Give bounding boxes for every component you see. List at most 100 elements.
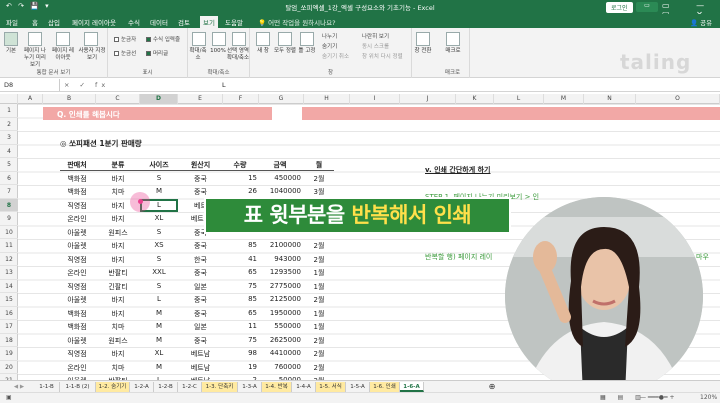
formula-buttons[interactable]: × ✓ fx <box>64 81 109 89</box>
switch-windows-icon[interactable] <box>416 32 430 46</box>
tell-me-search[interactable]: 💡 어떤 작업을 원하시나요? <box>258 17 336 27</box>
view-mode-icons[interactable]: ▦ ▤ ▥ <box>600 394 646 401</box>
column-header[interactable]: G <box>259 94 304 104</box>
zoom-selection-icon[interactable] <box>232 32 246 46</box>
custom-views-button[interactable]: 사용자 지정 보기 <box>78 48 106 62</box>
column-header[interactable]: K <box>456 94 494 104</box>
row-header[interactable]: 3 <box>0 131 18 145</box>
tab-home[interactable]: 홈 <box>32 17 38 27</box>
select-all-corner[interactable] <box>0 94 18 104</box>
column-header[interactable]: J <box>400 94 456 104</box>
row-header[interactable]: 4 <box>0 145 18 158</box>
zoom-level[interactable]: 120% <box>700 394 717 401</box>
freeze-panes-icon[interactable] <box>300 32 314 46</box>
login-button[interactable]: 로그인 <box>606 2 633 13</box>
column-header[interactable]: E <box>178 94 223 104</box>
sheet-tab[interactable]: 1-6. 인쇄 <box>370 382 400 392</box>
tab-file[interactable]: 파일 <box>6 17 18 27</box>
column-header[interactable]: B <box>43 94 96 104</box>
row-header[interactable]: 13 <box>0 266 18 280</box>
column-header[interactable]: A <box>18 94 43 104</box>
freeze-panes-button[interactable]: 틀 고정 <box>296 48 318 55</box>
row-header[interactable]: 12 <box>0 253 18 266</box>
row-header[interactable]: 5 <box>0 158 18 172</box>
row-header[interactable]: 18 <box>0 334 18 347</box>
row-header[interactable]: 17 <box>0 320 18 334</box>
tab-page-layout[interactable]: 페이지 레이아웃 <box>72 17 116 27</box>
row-header[interactable]: 2 <box>0 118 18 131</box>
row-header[interactable]: 9 <box>0 212 18 226</box>
normal-view-button[interactable]: 기본 <box>2 48 20 55</box>
row-header[interactable]: 14 <box>0 280 18 293</box>
sheet-tab[interactable]: 1-2-C <box>178 382 202 392</box>
normal-view-icon[interactable] <box>4 32 18 46</box>
column-header[interactable]: H <box>304 94 350 104</box>
gridlines-checkbox[interactable]: 눈금선 <box>114 49 136 57</box>
tab-review[interactable]: 검토 <box>178 17 190 27</box>
sheet-tab[interactable]: 1-5. 서식 <box>316 382 346 392</box>
row-header[interactable]: 20 <box>0 361 18 374</box>
macros-button[interactable]: 매크로 <box>440 48 466 55</box>
row-header[interactable]: 16 <box>0 307 18 320</box>
sheet-tab[interactable]: 1-3-A <box>238 382 262 392</box>
column-header[interactable]: C <box>96 94 140 104</box>
row-header[interactable]: 11 <box>0 239 18 253</box>
column-header[interactable]: O <box>636 94 720 104</box>
zoom-100-icon[interactable] <box>212 32 226 46</box>
tab-view[interactable]: 보기 <box>200 16 218 28</box>
row-header[interactable]: 6 <box>0 172 18 185</box>
row-header[interactable]: 19 <box>0 347 18 361</box>
column-header[interactable]: D <box>140 94 178 104</box>
row-header[interactable]: 7 <box>0 185 18 199</box>
tab-insert[interactable]: 삽입 <box>48 17 60 27</box>
formula-bar-checkbox[interactable]: 수식 입력줄 <box>146 35 180 43</box>
unhide-button[interactable]: 숨기기 취소 <box>322 52 349 60</box>
sheet-tab[interactable]: 1-2-A <box>130 382 154 392</box>
zoom-icon[interactable] <box>192 32 206 46</box>
column-header[interactable]: F <box>223 94 259 104</box>
name-box[interactable]: D8 <box>0 79 60 91</box>
zoom-100-button[interactable]: 100% <box>208 48 228 55</box>
column-header[interactable]: N <box>584 94 636 104</box>
row-header[interactable]: 15 <box>0 293 18 307</box>
tab-formulas[interactable]: 수식 <box>128 17 140 27</box>
tab-help[interactable]: 도움말 <box>225 17 243 27</box>
row-header[interactable]: 1 <box>0 104 18 118</box>
page-break-preview-button[interactable]: 페이지 나누기 미리 보기 <box>22 48 48 69</box>
row-header[interactable]: 8 <box>0 198 18 212</box>
ribbon-display-icon[interactable]: ▭ <box>636 2 658 12</box>
sheet-tab[interactable]: 1-2-B <box>154 382 178 392</box>
column-header[interactable]: M <box>544 94 584 104</box>
sheet-tab[interactable]: 1-2. 숨기기 <box>96 382 130 392</box>
column-header[interactable]: I <box>350 94 400 104</box>
zoom-slider[interactable]: — ━━━●━ + <box>640 394 675 401</box>
sheet-tab[interactable]: 1-3. 단축키 <box>202 382 238 392</box>
new-window-button[interactable]: 새 창 <box>252 48 274 55</box>
row-header[interactable]: 10 <box>0 226 18 239</box>
sheet-tab[interactable]: 1-6-A <box>400 382 424 392</box>
formula-input[interactable]: L <box>222 81 226 89</box>
switch-windows-button[interactable]: 창 전환 <box>412 48 434 55</box>
page-layout-view-button[interactable]: 페이지 레이아웃 <box>50 48 76 62</box>
side-by-side-button[interactable]: 나란히 보기 <box>362 32 389 40</box>
reset-window-position-button[interactable]: 창 위치 다시 정렬 <box>362 52 403 60</box>
arrange-all-icon[interactable] <box>278 32 292 46</box>
add-sheet-button[interactable]: ⊕ <box>486 382 498 392</box>
custom-views-icon[interactable] <box>84 32 98 46</box>
new-window-icon[interactable] <box>256 32 270 46</box>
sheet-tab[interactable]: 1-1-B <box>34 382 60 392</box>
page-break-preview-icon[interactable] <box>28 32 42 46</box>
sheet-tab[interactable]: 1-4-A <box>292 382 316 392</box>
headings-checkbox[interactable]: 머리글 <box>146 49 168 57</box>
hide-button[interactable]: 숨기기 <box>322 42 337 50</box>
sheet-tab[interactable]: 1-5-A <box>346 382 370 392</box>
sheet-nav-arrows[interactable]: ◀ ▶ <box>4 382 34 392</box>
tab-data[interactable]: 데이터 <box>150 17 168 27</box>
page-layout-view-icon[interactable] <box>56 32 70 46</box>
ruler-checkbox[interactable]: 눈금자 <box>114 35 136 43</box>
macros-icon[interactable] <box>446 32 460 46</box>
split-button[interactable]: 나누기 <box>322 32 337 40</box>
share-button[interactable]: 👤 공유 <box>690 17 712 27</box>
sheet-tab[interactable]: 1-1-B (2) <box>60 382 96 392</box>
zoom-selection-button[interactable]: 선택 영역 확대/축소 <box>226 48 250 62</box>
